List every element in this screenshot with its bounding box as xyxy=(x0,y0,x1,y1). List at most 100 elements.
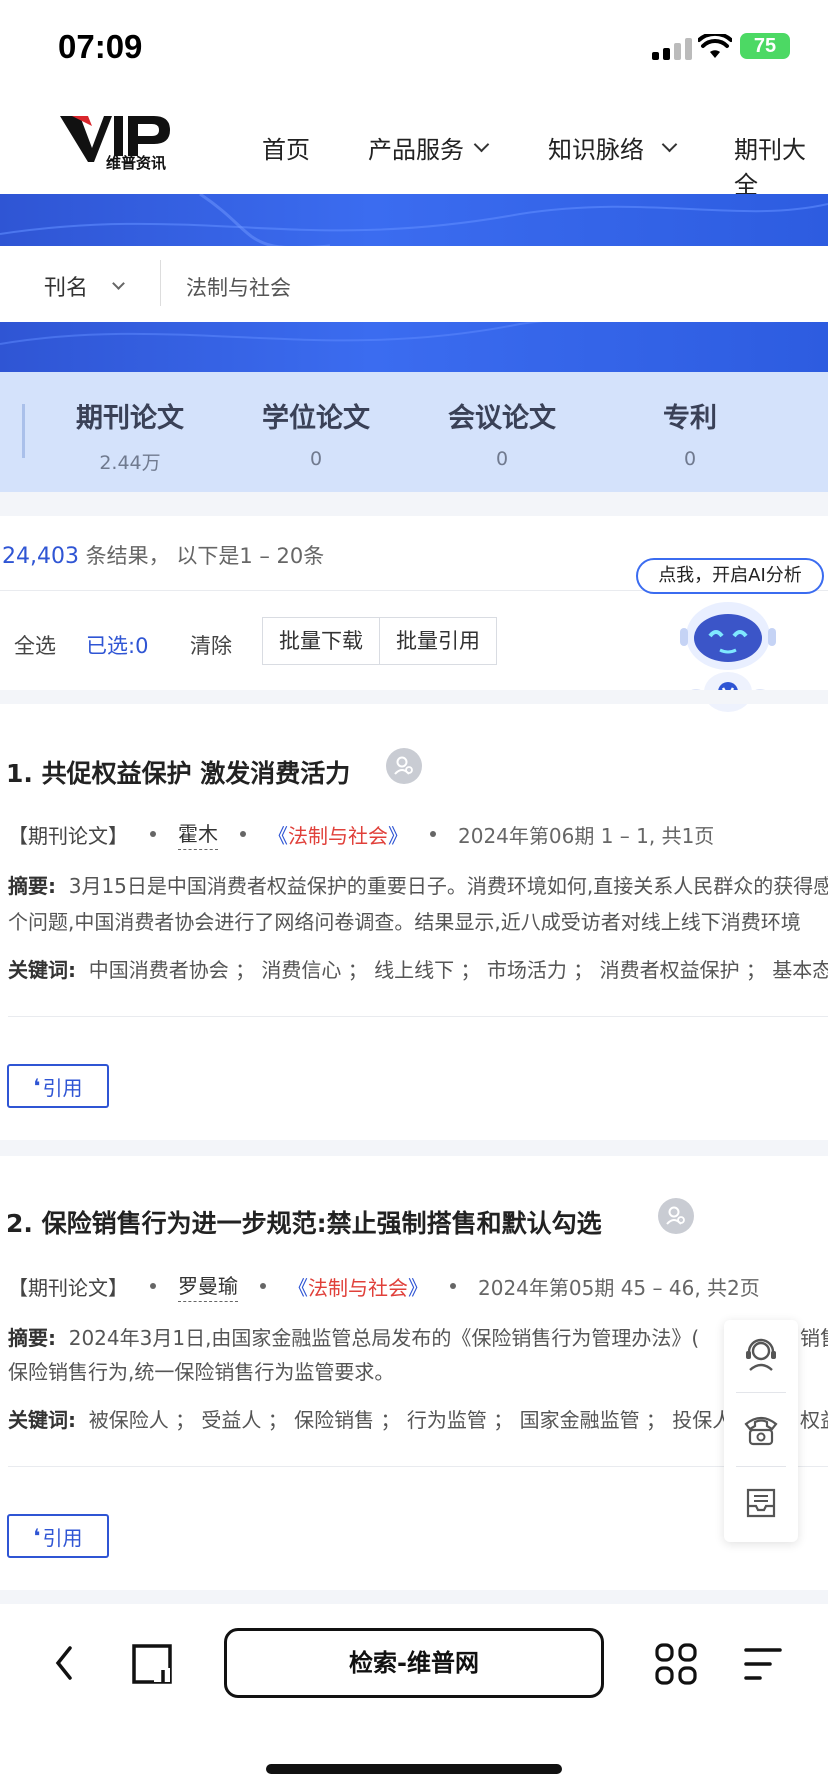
logo-text: 维普资讯 xyxy=(106,154,167,172)
grid-menu-icon[interactable] xyxy=(654,1642,698,1686)
dot-separator xyxy=(450,1283,456,1289)
article-abstract: 摘要: 3月15日是中国消费者权益保护的重要日子。消费环境如何,直接关系人民群众… xyxy=(8,870,828,899)
article-type: 【期刊论文】 xyxy=(8,1275,128,1300)
abstract-text: 2024年3月1日,由国家金融监管总局发布的《保险销售行为管理办法》( xyxy=(68,1326,700,1350)
tab-patents[interactable]: 专利 xyxy=(610,396,770,435)
abstract-text: 3月15日是中国消费者权益保护的重要日子。消费环境如何,直接关系人民群众的获得感 xyxy=(68,874,828,898)
keywords-text[interactable]: 被保险人 ； 受益人 ； 保险销售 ； 行为监管 ； 国家金融监管 ； 投保人 xyxy=(89,1408,733,1432)
address-bar[interactable]: 检索-维普网 xyxy=(224,1628,604,1698)
search-type-label: 刊名 xyxy=(44,276,89,301)
batch-cite-button[interactable]: 批量引用 xyxy=(379,618,496,664)
article-abstract-line2: 保险销售行为,统一保险销售行为监管要求。 xyxy=(8,1360,395,1384)
nav-journals[interactable]: 期刊大全 xyxy=(734,130,828,200)
article-abstract-line2: 个问题,中国消费者协会进行了网络问卷调查。结果显示,近八成受访者对线上线下消费环… xyxy=(8,910,801,934)
tab-journal-papers[interactable]: 期刊论文 xyxy=(50,396,210,435)
article-title[interactable]: 1. 共促权益保护 激发消费活力 xyxy=(6,754,350,790)
tab-degree-papers[interactable]: 学位论文 xyxy=(236,396,396,435)
journal-bracket: 《 xyxy=(288,1275,308,1300)
result-count-number: 24,403 xyxy=(2,544,79,569)
author-icon[interactable] xyxy=(386,748,422,784)
article-abstract: 摘要: 2024年3月1日,由国家金融监管总局发布的《保险销售行为管理办法》( xyxy=(8,1322,699,1351)
abstract-label: 摘要: xyxy=(8,1326,56,1350)
back-icon[interactable] xyxy=(50,1644,80,1682)
article-author[interactable]: 霍木 xyxy=(178,818,218,850)
dot-separator xyxy=(260,1283,266,1289)
divider xyxy=(736,1466,786,1467)
battery-icon: 75 xyxy=(740,33,790,59)
search-divider xyxy=(160,260,161,306)
section-gap xyxy=(0,690,828,704)
tab-conference-papers[interactable]: 会议论文 xyxy=(422,396,582,435)
divider xyxy=(736,1392,786,1393)
selected-count: 已选:0 xyxy=(86,634,149,658)
section-gap xyxy=(0,492,828,516)
keywords-text-tail: 权益 xyxy=(800,1408,828,1432)
search-input[interactable]: 法制与社会 xyxy=(186,272,291,302)
nav-products[interactable]: 产品服务 xyxy=(368,130,490,165)
nav-products-label: 产品服务 xyxy=(368,136,464,164)
search-type-select[interactable]: 刊名 xyxy=(44,270,125,302)
cite-button[interactable]: ❛ 引用 xyxy=(7,1064,109,1108)
article-keywords: 关键词: 被保险人 ； 受益人 ； 保险销售 ； 行为监管 ； 国家金融监管 ；… xyxy=(8,1404,732,1433)
journal-bracket: 》 xyxy=(408,1275,428,1300)
keywords-label: 关键词: xyxy=(8,958,76,982)
tab-count: 2.44万 xyxy=(99,452,161,474)
customer-service-icon[interactable] xyxy=(742,1336,780,1374)
nav-knowledge[interactable]: 知识脉络 xyxy=(548,130,678,165)
keywords-text[interactable]: 中国消费者协会 ； 消费信心 ； 线上线下 ； 市场活力 ； 消费者权益保护 ；… xyxy=(89,958,828,982)
quote-icon: ❛ xyxy=(33,1524,41,1548)
ai-analysis-bubble[interactable]: 点我，开启AI分析 xyxy=(636,558,824,594)
home-indicator xyxy=(266,1764,562,1774)
article-journal[interactable]: 法制与社会 xyxy=(288,820,388,849)
chevron-down-icon xyxy=(112,276,125,290)
nav-home-label: 首页 xyxy=(262,136,310,164)
divider xyxy=(8,1466,828,1467)
batch-download-button[interactable]: 批量下载 xyxy=(263,618,379,664)
select-all-button[interactable]: 全选 xyxy=(14,630,56,660)
status-bar: 07:09 75 xyxy=(0,0,828,96)
chevron-down-icon xyxy=(473,136,490,153)
keywords-label: 关键词: xyxy=(8,1408,76,1432)
author-icon[interactable] xyxy=(658,1198,694,1234)
message-icon[interactable] xyxy=(742,1484,780,1522)
tab-count: 0 xyxy=(309,448,323,470)
chevron-down-icon xyxy=(661,136,678,153)
article-meta: 【期刊论文】 霍木 《法制与社会》 2024年第06期 1 – 1, 共1页 xyxy=(8,818,714,850)
article-meta: 【期刊论文】 罗曼瑜 《法制与社会》 2024年第05期 45 – 46, 共2… xyxy=(8,1270,760,1302)
dot-separator xyxy=(240,831,246,837)
article-title[interactable]: 2. 保险销售行为进一步规范:禁止强制搭售和默认勾选 xyxy=(6,1204,602,1240)
tab-indicator xyxy=(22,404,25,458)
cite-label: 引用 xyxy=(42,1075,83,1100)
clear-button[interactable]: 清除 xyxy=(190,630,232,660)
status-time: 07:09 xyxy=(58,28,143,65)
phone-icon[interactable] xyxy=(742,1410,780,1448)
result-count-suffix: 条结果， 以下是1 – 20条 xyxy=(85,544,325,568)
article-title-text: 2. 保险销售行为进一步规范:禁止强制搭售和默认勾选 xyxy=(6,1209,602,1238)
cite-button[interactable]: ❛ 引用 xyxy=(7,1514,109,1558)
menu-icon[interactable] xyxy=(742,1644,784,1684)
divider xyxy=(8,1016,828,1017)
tabs-icon[interactable] xyxy=(130,1642,174,1686)
journal-bracket: 《 xyxy=(268,823,288,848)
quote-icon: ❛ xyxy=(33,1074,41,1098)
journal-bracket: 》 xyxy=(388,823,408,848)
article-title-text: 1. 共促权益保护 激发消费活力 xyxy=(6,759,351,788)
article-author[interactable]: 罗曼瑜 xyxy=(178,1270,238,1302)
article-keywords: 关键词: 中国消费者协会 ； 消费信心 ； 线上线下 ； 市场活力 ； 消费者权… xyxy=(8,954,828,983)
abstract-text-tail: 销售 xyxy=(800,1326,828,1350)
dot-separator xyxy=(150,1283,156,1289)
wifi-icon xyxy=(698,34,732,58)
article-journal[interactable]: 法制与社会 xyxy=(308,1272,408,1301)
article-type: 【期刊论文】 xyxy=(8,823,128,848)
nav-knowledge-label: 知识脉络 xyxy=(548,136,644,164)
dot-separator xyxy=(430,831,436,837)
cite-label: 引用 xyxy=(42,1525,83,1550)
section-gap xyxy=(0,1140,828,1156)
article-issue: 2024年第05期 45 – 46, 共2页 xyxy=(478,1275,760,1300)
nav-home[interactable]: 首页 xyxy=(262,130,310,165)
tab-count: 0 xyxy=(683,448,697,470)
nav-journals-label: 期刊大全 xyxy=(734,136,806,199)
batch-buttons: 批量下载 批量引用 xyxy=(262,617,497,665)
dot-separator xyxy=(150,831,156,837)
article-issue: 2024年第06期 1 – 1, 共1页 xyxy=(458,823,715,848)
